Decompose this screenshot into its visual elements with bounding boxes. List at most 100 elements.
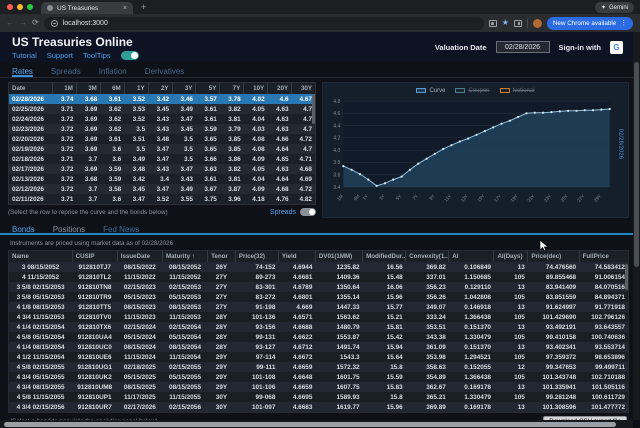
tab-rates[interactable]: Rates — [12, 67, 33, 77]
tooltips-toggle[interactable] — [121, 51, 139, 60]
page-vertical-scrollbar[interactable] — [633, 32, 640, 420]
yield-curve-chart[interactable]: Curve Coupon Notional 3.43.63.84.04.24.44.… — [322, 82, 629, 218]
bonds-col-header[interactable]: Maturity ↑ — [162, 251, 207, 263]
address-bar[interactable]: localhost:3000 — [44, 17, 484, 30]
gemini-button[interactable]: ✦ Gemini — [595, 2, 634, 13]
cast-icon[interactable] — [489, 20, 497, 27]
rates-col-header[interactable]: 30Y — [292, 83, 316, 95]
rates-col-header[interactable]: 3M — [76, 83, 100, 95]
bonds-col-header[interactable]: Price(32) — [235, 251, 278, 263]
legend-item-notional[interactable]: Notional — [500, 88, 535, 94]
forward-icon[interactable]: → — [19, 19, 27, 27]
rates-row[interactable]: 02/12/20263.723.73.583.453.473.493.673.8… — [9, 184, 316, 194]
rates-col-header[interactable]: 10Y — [244, 83, 268, 95]
rates-col-header[interactable]: 7Y — [220, 83, 244, 95]
bonds-col-header[interactable]: ModifiedDur... — [363, 251, 406, 263]
bonds-col-header[interactable]: AI(Days) — [494, 251, 528, 263]
bond-row[interactable]: 4 1/4 02/15/2054912810TX602/15/202402/15… — [9, 322, 629, 332]
legend-item-coupon[interactable]: Coupon — [455, 88, 489, 94]
rates-col-header[interactable]: 3Y — [172, 83, 196, 95]
rates-col-header[interactable]: 20Y — [268, 83, 292, 95]
profile-avatar[interactable] — [533, 19, 542, 28]
rates-row[interactable]: 02/24/20263.723.693.623.523.433.473.613.… — [9, 114, 316, 124]
bonds-col-header[interactable]: DV01(1MM) — [315, 251, 362, 263]
page-horizontal-scrollbar[interactable] — [0, 420, 633, 428]
rates-col-header[interactable]: 1M — [53, 83, 77, 95]
bond-row[interactable]: 4 3/4 08/15/2055912810UM808/15/202508/15… — [9, 382, 629, 392]
tab-bonds[interactable]: Bonds — [12, 225, 35, 233]
rates-row[interactable]: 02/28/20263.743.683.613.523.423.463.573.… — [9, 94, 316, 104]
bonds-col-header[interactable]: AI — [449, 251, 494, 263]
valuation-date-input[interactable] — [496, 41, 550, 53]
bonds-col-header[interactable]: Yield — [278, 251, 315, 263]
rate-value-cell: 4.08 — [244, 134, 268, 144]
bond-row[interactable]: 4 3/4 05/15/2055912810UK205/15/202505/15… — [9, 372, 629, 382]
rate-value-cell: 4.66 — [268, 134, 292, 144]
tutorial-link[interactable]: Tutorial — [12, 51, 37, 60]
rates-row[interactable]: 02/19/20263.723.693.63.53.473.53.653.854… — [9, 144, 316, 154]
bond-row[interactable]: 4 5/8 02/15/2055912810UG102/18/202502/15… — [9, 362, 629, 372]
rates-col-header[interactable]: 1Y — [124, 83, 148, 95]
bonds-col-header[interactable]: Name — [9, 251, 73, 263]
rates-row[interactable]: 02/17/20263.723.693.593.483.433.473.633.… — [9, 164, 316, 174]
browser-tab[interactable]: US Treasuries × — [41, 2, 133, 14]
bond-row[interactable]: 3 08/15/2052912810TJ708/15/202208/15/205… — [9, 262, 629, 272]
bond-row[interactable]: 3 5/8 02/15/2053912810TN802/15/202302/15… — [9, 282, 629, 292]
tab-positions[interactable]: Positions — [53, 225, 85, 233]
google-signin-button[interactable]: G — [610, 41, 623, 54]
minimize-window-button[interactable] — [17, 4, 23, 10]
back-icon[interactable]: ← — [6, 19, 14, 27]
support-link[interactable]: Support — [47, 51, 73, 60]
fullscreen-window-button[interactable] — [27, 4, 33, 10]
bonds-col-header[interactable]: Convexity(1... — [406, 251, 449, 263]
vertical-scroll-thumb[interactable] — [634, 62, 639, 267]
tab-derivatives[interactable]: Derivatives — [145, 67, 185, 77]
bond-row[interactable]: 4 5/8 05/15/2054912810UA405/15/202405/15… — [9, 332, 629, 342]
bond-row[interactable]: 4 1/8 08/15/2053912810TT508/15/202308/15… — [9, 302, 629, 312]
rates-col-header[interactable]: Date — [9, 83, 53, 95]
horizontal-scroll-thumb[interactable] — [4, 422, 616, 427]
rates-scrollbar[interactable] — [312, 94, 315, 124]
bonds-col-header[interactable]: FullPrice — [579, 251, 628, 263]
rates-row[interactable]: 02/23/20263.723.693.623.53.433.453.593.7… — [9, 124, 316, 134]
rates-col-header[interactable]: 5Y — [196, 83, 220, 95]
close-window-button[interactable] — [7, 4, 13, 10]
tab-inflation[interactable]: Inflation — [99, 67, 127, 77]
tooltips-link[interactable]: ToolTips — [83, 51, 111, 60]
tab-close-icon[interactable]: × — [123, 5, 127, 12]
bond-row[interactable]: 3 5/8 05/15/2053912810TR905/15/202305/15… — [9, 292, 629, 302]
side-panel-icon[interactable] — [514, 20, 522, 27]
bond-row[interactable]: 4 1/2 11/15/2054912810UE611/15/202411/15… — [9, 352, 629, 362]
new-tab-button[interactable]: + — [141, 3, 146, 12]
bond-cell: 1607.75 — [315, 382, 362, 392]
bonds-scrollbar[interactable] — [625, 264, 628, 290]
rates-row[interactable]: 02/25/20263.713.693.623.533.453.493.613.… — [9, 104, 316, 114]
curve-plot[interactable]: 3.43.63.84.04.24.44.64.81M6M1Y3Y5Y7Y9Y11… — [323, 95, 628, 213]
bond-row[interactable]: 4 3/4 11/15/2053912810TV011/15/202311/15… — [9, 312, 629, 322]
rates-row[interactable]: 02/13/20263.723.683.593.423.43.433.613.8… — [9, 174, 316, 184]
spreads-toggle[interactable] — [300, 208, 316, 216]
bond-row[interactable]: 4 3/4 02/15/2056912810UR702/17/202602/15… — [9, 402, 629, 413]
rates-col-header[interactable]: 6M — [100, 83, 124, 95]
bonds-col-header[interactable]: Price(dec) — [528, 251, 579, 263]
tab-spreads[interactable]: Spreads — [51, 67, 81, 77]
reload-icon[interactable]: ⟳ — [32, 19, 39, 27]
bond-cell: 100.740636 — [579, 332, 628, 342]
rates-row[interactable]: 02/20/20263.723.693.613.513.483.53.653.8… — [9, 134, 316, 144]
bonds-col-header[interactable]: Tenor — [208, 251, 236, 263]
bonds-col-header[interactable]: IssueDate — [117, 251, 162, 263]
bookmark-star-icon[interactable]: ★ — [502, 19, 509, 27]
bonds-col-header[interactable]: CUSIP — [72, 251, 117, 263]
rates-row[interactable]: 02/11/20263.713.73.63.473.523.553.753.96… — [9, 194, 316, 205]
bond-row[interactable]: 4 1/4 08/15/2054912810UC008/15/202408/15… — [9, 342, 629, 352]
rates-row[interactable]: 02/18/20263.713.73.63.493.473.53.663.864… — [9, 154, 316, 164]
site-info-icon[interactable] — [51, 20, 58, 27]
legend-item-curve[interactable]: Curve — [416, 88, 445, 94]
tab-fed-news[interactable]: Fed News — [103, 225, 139, 233]
bond-row[interactable]: 4 11/15/2052912810TL211/15/202211/15/205… — [9, 272, 629, 282]
chrome-menu-icon[interactable]: ⋮ — [620, 19, 627, 27]
bond-row[interactable]: 4 5/8 11/15/2055912810UP111/17/202511/15… — [9, 392, 629, 402]
rate-value-cell: 3.47 — [148, 154, 172, 164]
rates-col-header[interactable]: 2Y — [148, 83, 172, 95]
chrome-update-button[interactable]: New Chrome available ⋮ — [547, 17, 633, 30]
